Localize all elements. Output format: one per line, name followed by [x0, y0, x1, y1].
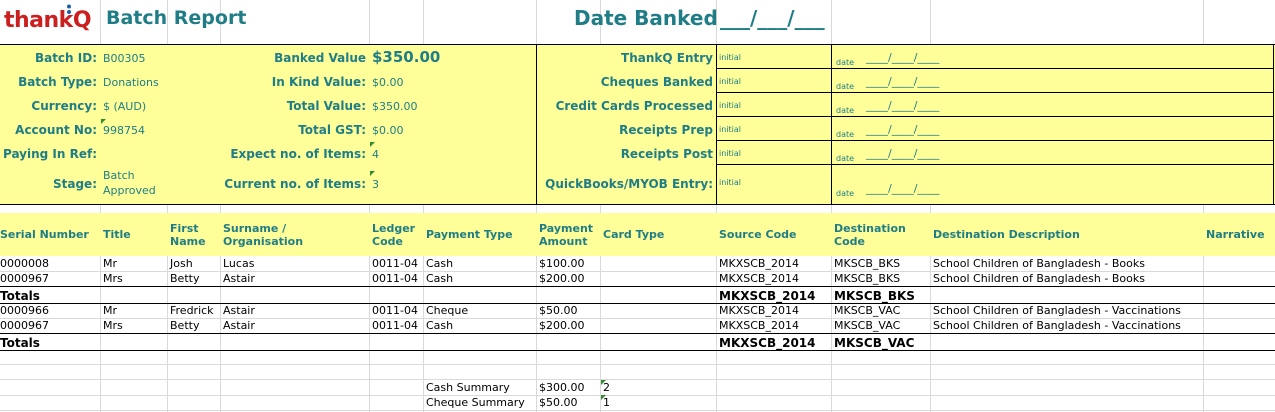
date-field-label: date — [836, 154, 855, 163]
col-ledger-l1: Ledger — [372, 222, 416, 235]
table-row[interactable]: 0000967 Mrs Betty Astair 0011-04 Cash $2… — [0, 318, 1275, 333]
col-narrative: Narrative — [1206, 228, 1265, 241]
check-item-thankq-entry: ThankQ Entry — [621, 51, 713, 65]
expect-items-label: Expect no. of Items: — [230, 147, 366, 161]
col-serial-number: Serial Number — [0, 228, 89, 241]
total-value: $350.00 — [372, 100, 418, 113]
logo-text: thankQ — [4, 8, 92, 33]
batch-id-value: B00305 — [103, 52, 146, 65]
cheque-summary-count: 1 — [603, 396, 610, 409]
stage-label: Stage: — [52, 177, 97, 191]
col-first-name-l1: First — [170, 222, 199, 235]
col-destination-code-l1: Destination — [834, 222, 906, 235]
banked-value: $350.00 — [372, 48, 441, 66]
check-item-receipts-prep: Receipts Prep — [619, 123, 713, 137]
date-field-label: date — [836, 189, 855, 198]
check-item-credit-cards: Credit Cards Processed — [555, 99, 713, 113]
check-item-quickbooks: QuickBooks/MYOB Entry: — [545, 177, 713, 191]
totals-row: Totals MKXSCB_2014 MKSCB_BKS — [0, 289, 915, 303]
col-source-code: Source Code — [719, 228, 797, 241]
current-items-value: 3 — [372, 178, 379, 191]
total-gst-label: Total GST: — [298, 123, 366, 137]
account-no-value: 998754 — [103, 124, 145, 137]
table-row[interactable]: 0000967 Mrs Betty Astair 0011-04 Cash $2… — [0, 271, 1275, 286]
initial-field[interactable]: initial — [719, 178, 741, 187]
col-payment-amount-l2: Amount — [539, 235, 588, 248]
initial-field[interactable]: initial — [719, 149, 741, 158]
paying-in-ref-label: Paying In Ref: — [2, 147, 97, 161]
date-field-label: date — [836, 82, 855, 91]
page-title: Batch Report — [106, 7, 247, 29]
col-surname-l2: Organisation — [223, 235, 304, 248]
batch-type-label: Batch Type: — [18, 75, 97, 89]
banked-value-label: Banked Value — [274, 51, 366, 65]
in-kind-label: In Kind Value: — [271, 75, 366, 89]
cash-summary-label: Cash Summary — [426, 381, 510, 394]
check-item-cheques-banked: Cheques Banked — [600, 75, 713, 89]
col-destination-description: Destination Description — [933, 228, 1080, 241]
in-kind-value: $0.00 — [372, 76, 404, 89]
logo: thankQ — [4, 2, 96, 36]
date-field-label: date — [836, 106, 855, 115]
col-surname-l1: Surname / — [223, 222, 287, 235]
date-field-blank[interactable]: ____/____/____ — [866, 99, 939, 112]
check-item-receipts-post: Receipts Post — [620, 147, 713, 161]
batch-type-value: Donations — [103, 76, 159, 89]
col-title: Title — [103, 228, 131, 241]
currency-value: $ (AUD) — [103, 100, 147, 113]
date-field-label: date — [836, 130, 855, 139]
date-field-blank[interactable]: ____/____/____ — [866, 147, 939, 160]
col-card-type: Card Type — [603, 228, 665, 241]
initial-field[interactable]: initial — [719, 125, 741, 134]
cheque-summary-label: Cheque Summary — [426, 396, 525, 409]
cash-summary-count: 2 — [603, 381, 610, 394]
stage-value-line1: Batch — [103, 169, 135, 182]
date-field-blank[interactable]: ____/____/____ — [866, 75, 939, 88]
date-banked-label: Date Banked — [574, 6, 718, 30]
initial-field[interactable]: initial — [719, 101, 741, 110]
totals-row: Totals MKXSCB_2014 MKSCB_VAC — [0, 336, 915, 350]
date-field-blank[interactable]: ____/____/____ — [866, 123, 939, 136]
col-payment-amount-l1: Payment — [539, 222, 594, 235]
table-row[interactable]: 0000966 Mr Fredrick Astair 0011-04 Chequ… — [0, 303, 1275, 318]
initial-field[interactable]: initial — [719, 77, 741, 86]
date-field-label: date — [836, 58, 855, 67]
total-value-label: Total Value: — [286, 99, 366, 113]
col-destination-code-l2: Code — [834, 235, 865, 248]
date-field-blank[interactable]: ____/____/____ — [866, 51, 939, 64]
account-no-label: Account No: — [15, 123, 97, 137]
date-banked-blank[interactable]: ___/___/___ — [720, 6, 825, 30]
table-row[interactable]: 0000008 Mr Josh Lucas 0011-04 Cash $100.… — [0, 256, 1275, 271]
date-field-blank[interactable]: ____/____/____ — [866, 182, 939, 195]
stage-value-line2: Approved — [103, 184, 156, 197]
batch-id-label: Batch ID: — [34, 51, 97, 65]
cheque-summary-amount: $50.00 — [539, 396, 578, 409]
initial-field[interactable]: initial — [719, 53, 741, 62]
total-gst-value: $0.00 — [372, 124, 404, 137]
current-items-label: Current no. of Items: — [224, 177, 366, 191]
cash-summary-amount: $300.00 — [539, 381, 585, 394]
currency-label: Currency: — [31, 99, 97, 113]
col-ledger-l2: Code — [372, 235, 403, 248]
expect-items-value: 4 — [372, 148, 379, 161]
logo-dots-icon — [64, 1, 74, 14]
col-first-name-l2: Name — [170, 235, 206, 248]
col-payment-type: Payment Type — [426, 228, 513, 241]
